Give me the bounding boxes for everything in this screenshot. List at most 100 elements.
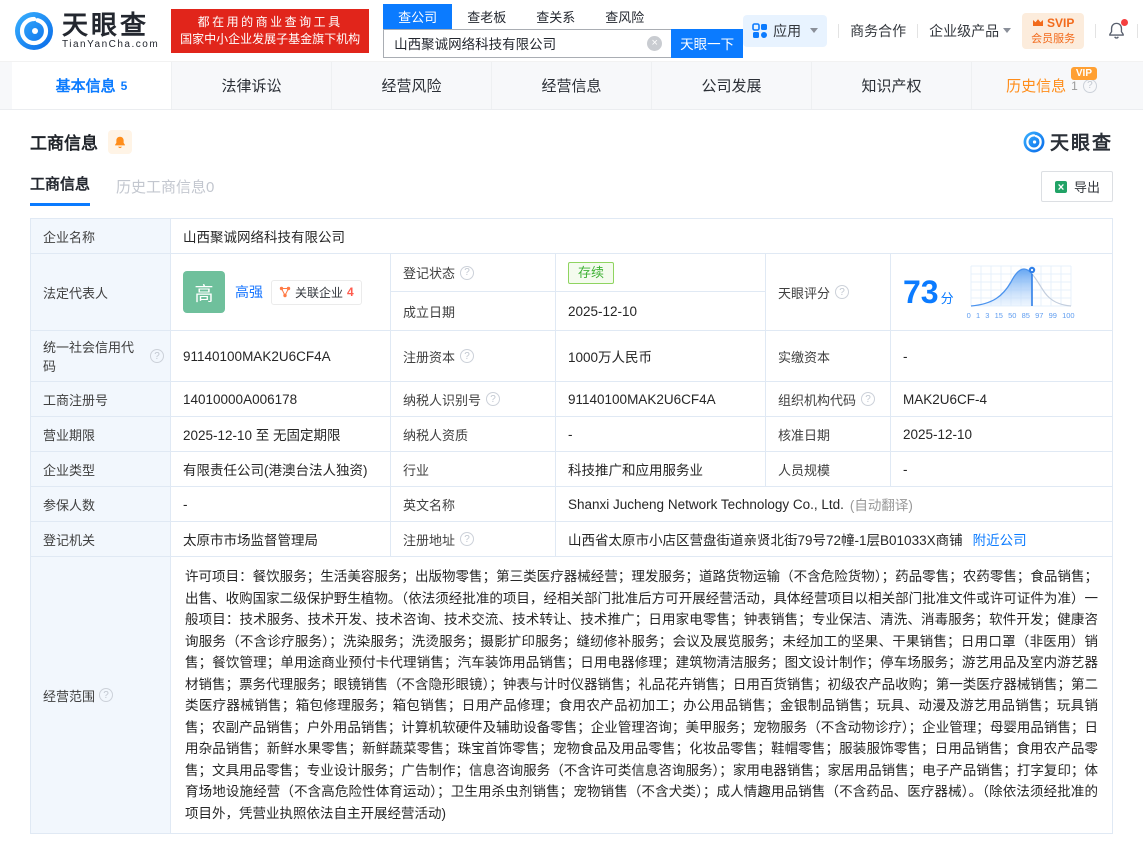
nearby-companies-link[interactable]: 附近公司 bbox=[973, 529, 1027, 549]
org-code-label: 组织机构代码 bbox=[766, 382, 891, 416]
top-header: 天眼查 TianYanCha.com 都在用的商业查询工具 国家中小企业发展子基… bbox=[0, 0, 1143, 62]
notifications-bell[interactable] bbox=[1107, 21, 1126, 40]
header-right: 应用 商务合作 企业级产品 SVIP 会员服务 此处有... bbox=[743, 13, 1143, 49]
tab-company-development[interactable]: 公司发展 bbox=[651, 62, 811, 109]
taxpayer-quality-value: - bbox=[556, 417, 766, 451]
related-companies-badge[interactable]: 关联企业 4 bbox=[271, 280, 362, 305]
tab-count: 5 bbox=[121, 79, 128, 93]
excel-icon bbox=[1054, 180, 1068, 194]
divider bbox=[917, 24, 918, 38]
business-cooperation-link[interactable]: 商务合作 bbox=[850, 21, 906, 41]
address-label: 注册地址 bbox=[391, 522, 556, 556]
reg-number-label: 工商注册号 bbox=[31, 382, 171, 416]
company-name-label: 企业名称 bbox=[31, 219, 171, 253]
company-type-value: 有限责任公司(港澳台法人独资) bbox=[171, 452, 391, 486]
paid-capital-value: - bbox=[891, 331, 1112, 381]
approval-date-value: 2025-12-10 bbox=[891, 417, 1112, 451]
bell-icon bbox=[113, 135, 127, 149]
tianyancha-logo-icon bbox=[14, 11, 54, 51]
insured-label: 参保人数 bbox=[31, 487, 171, 521]
tab-label: 经营信息 bbox=[541, 75, 601, 96]
chevron-down-icon bbox=[810, 28, 818, 33]
export-button[interactable]: 导出 bbox=[1041, 171, 1113, 202]
help-icon[interactable] bbox=[99, 688, 113, 702]
business-scope-label: 经营范围 bbox=[31, 557, 171, 833]
tab-basic-info[interactable]: 基本信息 5 bbox=[12, 62, 171, 109]
notification-dot bbox=[1121, 19, 1128, 26]
help-icon[interactable] bbox=[835, 285, 849, 299]
staff-size-label: 人员规模 bbox=[766, 452, 891, 486]
help-icon[interactable] bbox=[460, 349, 474, 363]
help-icon[interactable] bbox=[150, 349, 164, 363]
credit-code-label: 统一社会信用代码 bbox=[31, 331, 171, 381]
tab-intellectual-property[interactable]: 知识产权 bbox=[811, 62, 971, 109]
help-icon[interactable] bbox=[1083, 79, 1097, 93]
tab-legal-litigation[interactable]: 法律诉讼 bbox=[171, 62, 331, 109]
promo-banner: 都在用的商业查询工具 国家中小企业发展子基金旗下机构 bbox=[171, 9, 369, 53]
watermark-brand-label: 天眼查 bbox=[1050, 128, 1113, 155]
search-input[interactable] bbox=[383, 29, 671, 58]
logo-title: 天眼查 bbox=[62, 12, 159, 38]
score-axis: 0131550859799100 bbox=[966, 312, 1076, 320]
tab-operating-info[interactable]: 经营信息 bbox=[491, 62, 651, 109]
tab-history-info[interactable]: VIP 历史信息 1 bbox=[971, 62, 1131, 109]
subtab-business-info[interactable]: 工商信息 bbox=[30, 173, 90, 206]
industry-value: 科技推广和应用服务业 bbox=[556, 452, 766, 486]
search-button[interactable]: 天眼一下 bbox=[671, 29, 743, 58]
legal-rep-cell: 高 高强 关联企业 4 bbox=[171, 254, 391, 330]
help-icon[interactable] bbox=[486, 392, 500, 406]
business-term-value: 2025-12-10 至 无固定期限 bbox=[171, 417, 391, 451]
english-name-label: 英文名称 bbox=[391, 487, 556, 521]
score-value: 73分 bbox=[903, 276, 954, 308]
tab-label: 公司发展 bbox=[701, 75, 761, 96]
establish-date-value: 2025-12-10 bbox=[556, 292, 766, 330]
enterprise-products-menu[interactable]: 企业级产品 bbox=[929, 21, 1011, 41]
enterprise-products-label: 企业级产品 bbox=[929, 21, 999, 41]
promo-line1: 都在用的商业查询工具 bbox=[180, 14, 360, 31]
vip-badge: VIP bbox=[1071, 67, 1097, 80]
apps-menu[interactable]: 应用 bbox=[743, 15, 827, 47]
reg-authority-label: 登记机关 bbox=[31, 522, 171, 556]
divider bbox=[1137, 24, 1138, 38]
taxpayer-id-value: 91140100MAK2U6CF4A bbox=[556, 382, 766, 416]
promo-line2: 国家中小企业发展子基金旗下机构 bbox=[180, 31, 360, 48]
credit-code-value: 91140100MAK2U6CF4A bbox=[171, 331, 391, 381]
tab-operating-risk[interactable]: 经营风险 bbox=[331, 62, 491, 109]
search-tab-relations[interactable]: 查关系 bbox=[521, 4, 590, 29]
reg-number-value: 14010000A006178 bbox=[171, 382, 391, 416]
approval-date-label: 核准日期 bbox=[766, 417, 891, 451]
subtab-history-business-info[interactable]: 历史工商信息0 bbox=[116, 176, 214, 206]
search-tab-risk[interactable]: 查风险 bbox=[590, 4, 659, 29]
tianyancha-logo[interactable]: 天眼查 TianYanCha.com bbox=[14, 11, 159, 51]
clear-icon[interactable] bbox=[647, 36, 662, 51]
reg-status-label: 登记状态 bbox=[391, 254, 556, 292]
divider bbox=[1095, 24, 1096, 38]
tab-count: 1 bbox=[1071, 79, 1078, 93]
insured-value: - bbox=[171, 487, 391, 521]
section-title: 工商信息 bbox=[30, 129, 98, 154]
address-value: 山西省太原市小店区营盘街道亲贤北街79号72幢-1层B01033X商铺 附近公司 bbox=[556, 522, 1112, 556]
tianyancha-logo-icon bbox=[1023, 131, 1045, 153]
paid-capital-label: 实缴资本 bbox=[766, 331, 891, 381]
tab-label: 经营风险 bbox=[381, 75, 441, 96]
reg-authority-value: 太原市市场监督管理局 bbox=[171, 522, 391, 556]
legal-rep-link[interactable]: 高强 bbox=[235, 282, 263, 302]
monitor-bell-button[interactable] bbox=[108, 130, 132, 154]
help-icon[interactable] bbox=[460, 266, 474, 280]
search-tab-company[interactable]: 查公司 bbox=[383, 4, 452, 29]
svip-label: SVIP bbox=[1047, 16, 1074, 30]
legal-rep-label: 法定代表人 bbox=[31, 254, 171, 330]
help-icon[interactable] bbox=[861, 392, 875, 406]
taxpayer-quality-label: 纳税人资质 bbox=[391, 417, 556, 451]
apps-label: 应用 bbox=[773, 21, 801, 41]
logo-subtitle: TianYanCha.com bbox=[62, 39, 159, 50]
tab-label: 基本信息 bbox=[56, 75, 116, 96]
related-graph-icon bbox=[279, 286, 291, 298]
org-code-value: MAK2U6CF-4 bbox=[891, 382, 1112, 416]
legal-rep-avatar[interactable]: 高 bbox=[183, 271, 225, 313]
svip-membership-button[interactable]: SVIP 会员服务 bbox=[1022, 13, 1084, 49]
business-registration-table: 企业名称 山西聚诚网络科技有限公司 法定代表人 高 高强 关联企业 4 bbox=[30, 218, 1113, 834]
help-icon[interactable] bbox=[460, 532, 474, 546]
search-tab-boss[interactable]: 查老板 bbox=[452, 4, 521, 29]
score-cell[interactable]: 73分 0131550859799100 bbox=[891, 254, 1112, 330]
